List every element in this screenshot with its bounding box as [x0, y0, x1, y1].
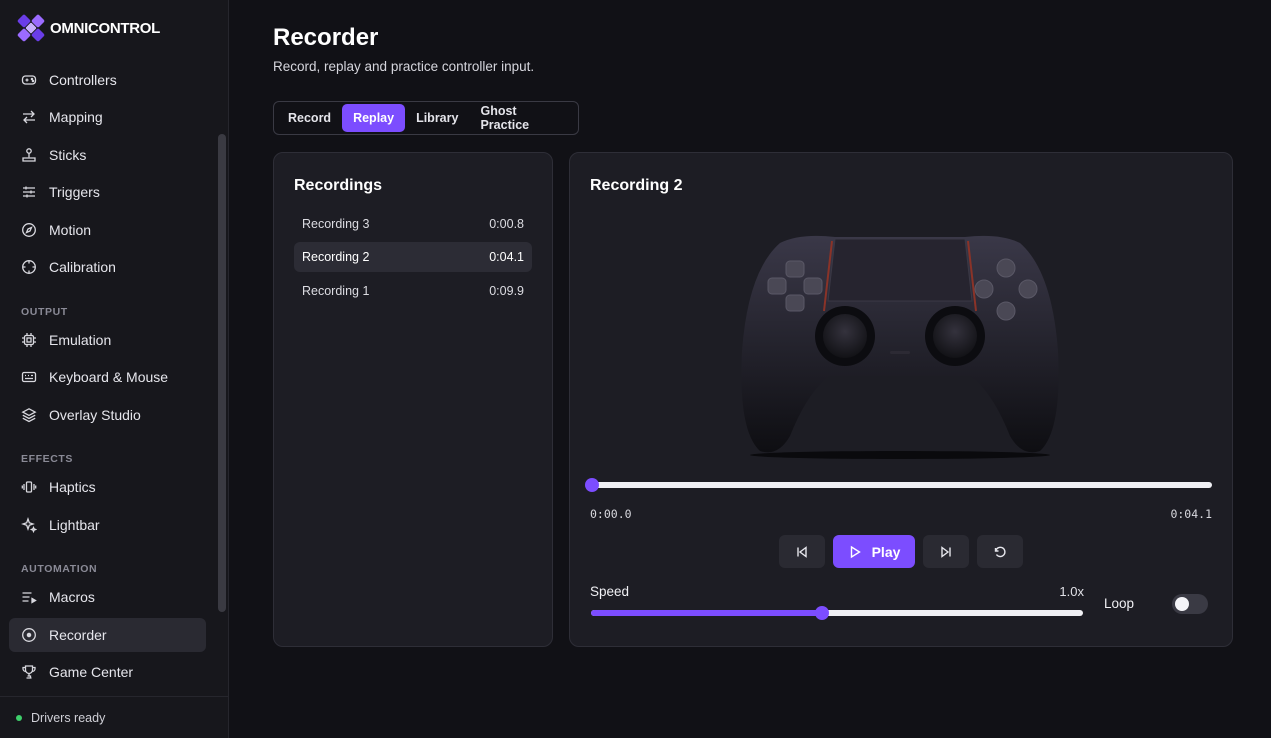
driver-status: Drivers ready — [0, 696, 228, 738]
tab-bar: Record Replay Library Ghost Practice — [273, 101, 579, 135]
loop-toggle[interactable] — [1172, 594, 1208, 614]
gamepad-icon — [21, 75, 37, 85]
brand-logo-icon — [17, 14, 45, 42]
sidebar-item-emulation[interactable]: Emulation — [9, 323, 206, 357]
layers-icon — [21, 408, 37, 423]
sidebar-item-motion[interactable]: Motion — [9, 213, 206, 247]
speed-label: Speed — [590, 584, 630, 599]
sparkles-icon — [21, 517, 37, 533]
sliders-icon — [23, 186, 35, 198]
sidebar-item-label: Overlay Studio — [49, 407, 141, 423]
progress-track[interactable] — [592, 482, 1212, 488]
sidebar-item-label: Triggers — [49, 184, 100, 200]
sidebar-item-label: Recorder — [49, 627, 107, 643]
vibrate-icon — [21, 481, 37, 493]
play-label: Play — [871, 543, 901, 560]
recordings-panel: Recordings Recording 3 0:00.8 Recording … — [273, 152, 553, 647]
page-subtitle: Record, replay and practice controller i… — [273, 59, 535, 74]
time-current: 0:00.0 — [590, 507, 632, 521]
sidebar-item-label: Game Center — [49, 664, 134, 680]
sidebar-item-calibration[interactable]: Calibration — [9, 250, 206, 284]
play-button[interactable]: Play — [833, 535, 915, 568]
sidebar-item-label: Controllers — [49, 72, 117, 88]
recordings-title: Recordings — [294, 177, 383, 194]
player-title: Recording 2 — [590, 177, 683, 194]
player-panel: Recording 2 0:00.0 0:04.1 — [569, 152, 1233, 647]
list-item[interactable]: Recording 3 0:00.8 — [294, 209, 532, 239]
skip-forward-icon — [941, 545, 951, 558]
recording-duration: 0:00.8 — [489, 217, 524, 231]
sidebar-item-controllers[interactable]: Controllers — [9, 63, 206, 97]
loop-toggle-knob — [1175, 597, 1189, 611]
list-item[interactable]: Recording 1 0:09.9 — [294, 276, 532, 306]
joystick-icon — [22, 148, 36, 162]
recording-duration: 0:09.9 — [489, 284, 524, 298]
recording-name: Recording 1 — [302, 284, 370, 298]
crosshair-icon — [22, 260, 36, 274]
compass-icon — [22, 223, 36, 237]
sidebar-item-triggers[interactable]: Triggers — [9, 175, 206, 209]
section-label-automation: AUTOMATION — [21, 563, 98, 575]
recording-duration: 0:04.1 — [489, 250, 524, 264]
sidebar-item-label: Keyboard & Mouse — [49, 369, 169, 385]
sidebar-item-sticks[interactable]: Sticks — [9, 138, 206, 172]
driver-status-text: Drivers ready — [31, 710, 106, 725]
sidebar-item-label: Calibration — [49, 259, 116, 275]
sidebar-scrollbar[interactable] — [218, 134, 226, 612]
sidebar: OMNICONTROL Controllers Mapping Sticks T… — [0, 0, 229, 738]
tab-record[interactable]: Record — [277, 104, 342, 132]
sidebar-item-label: Lightbar — [49, 517, 100, 533]
sidebar-item-mapping[interactable]: Mapping — [9, 100, 206, 134]
list-play-icon — [22, 592, 37, 604]
sidebar-item-label: Mapping — [49, 109, 103, 125]
skip-back-icon — [797, 545, 807, 558]
time-total: 0:04.1 — [1170, 507, 1212, 521]
sidebar-item-label: Motion — [49, 222, 92, 238]
sidebar-item-game-center[interactable]: Game Center — [9, 655, 206, 689]
sidebar-item-label: Macros — [49, 589, 95, 605]
recording-name: Recording 2 — [302, 250, 370, 264]
controller-image — [741, 235, 1059, 459]
sidebar-item-macros[interactable]: Macros — [9, 580, 206, 614]
tab-library[interactable]: Library — [405, 104, 469, 132]
list-item[interactable]: Recording 2 0:04.1 — [294, 242, 532, 272]
recording-name: Recording 3 — [302, 217, 370, 231]
page-title: Recorder — [273, 24, 379, 51]
brand-name: OMNICONTROL — [50, 19, 161, 37]
chip-icon — [22, 333, 36, 347]
brand[interactable]: OMNICONTROL — [16, 13, 160, 43]
trophy-icon — [22, 665, 36, 679]
speed-fill — [591, 610, 823, 616]
sidebar-item-haptics[interactable]: Haptics — [9, 470, 206, 504]
sidebar-item-recorder[interactable]: Recorder — [9, 618, 206, 652]
loop-label: Loop — [1104, 596, 1135, 611]
sidebar-item-label: Sticks — [49, 147, 87, 163]
arrows-swap-icon — [23, 110, 35, 124]
sidebar-item-lightbar[interactable]: Lightbar — [9, 508, 206, 542]
sidebar-item-keyboard-mouse[interactable]: Keyboard & Mouse — [9, 360, 206, 394]
skip-back-button[interactable] — [779, 535, 825, 568]
record-icon — [22, 628, 36, 642]
tab-ghost-practice[interactable]: Ghost Practice — [469, 104, 575, 132]
status-dot-icon — [16, 714, 22, 721]
sidebar-item-label: Emulation — [49, 332, 112, 348]
play-icon — [850, 545, 861, 558]
skip-forward-button[interactable] — [923, 535, 969, 568]
restart-icon — [994, 546, 1006, 557]
tab-replay[interactable]: Replay — [342, 104, 406, 132]
sidebar-item-label: Haptics — [49, 479, 96, 495]
progress-handle[interactable] — [585, 478, 599, 492]
sidebar-item-overlay-studio[interactable]: Overlay Studio — [9, 398, 206, 432]
keyboard-icon — [21, 371, 37, 383]
section-label-output: OUTPUT — [21, 306, 68, 318]
section-label-effects: EFFECTS — [21, 453, 74, 465]
speed-value: 1.0x — [1059, 584, 1084, 599]
restart-button[interactable] — [977, 535, 1023, 568]
